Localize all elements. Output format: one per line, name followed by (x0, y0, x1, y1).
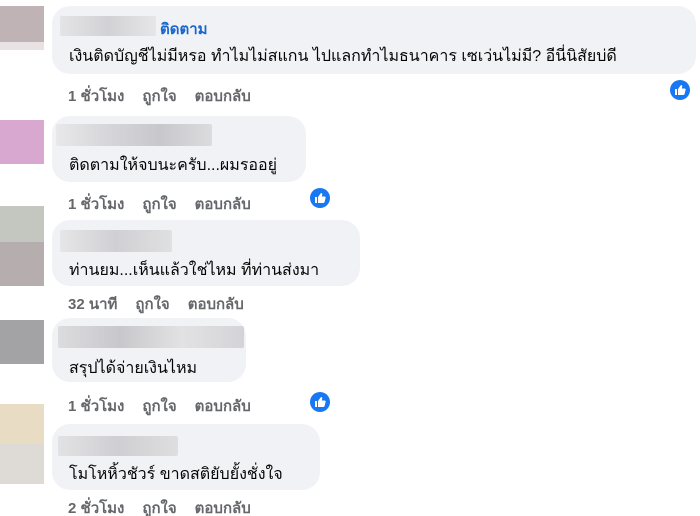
reply-button[interactable]: ตอบกลับ (195, 496, 251, 516)
comment-timestamp: 2 ชั่วโมง (68, 500, 125, 516)
comment-text: ติดตามให้จบนะครับ...ผมรออยู่ (69, 157, 278, 174)
comment-actions: 1 ชั่วโมง ถูกใจ ตอบกลับ (68, 84, 251, 108)
comment-feed: ติดตาม เงินติดบัญชีไม่มีหรอ ทำไมไม่สแกน … (0, 0, 700, 516)
comment-text: สรุปได้จ่ายเงินไหม (69, 360, 198, 377)
comment-actions: 1 ชั่วโมง ถูกใจ ตอบกลับ (68, 394, 251, 418)
comment-bubble: ติดตาม เงินติดบัญชีไม่มีหรอ ทำไมไม่สแกน … (52, 6, 696, 74)
like-button[interactable]: ถูกใจ (142, 496, 176, 516)
comment-actions: 32 นาที ถูกใจ ตอบกลับ (68, 292, 244, 316)
comment-bubble: สรุปได้จ่ายเงินไหม (52, 318, 246, 382)
avatar[interactable] (0, 404, 44, 484)
reply-button[interactable]: ตอบกลับ (195, 84, 251, 108)
like-button[interactable]: ถูกใจ (142, 84, 176, 108)
comment-actions: 2 ชั่วโมง ถูกใจ ตอบกลับ (68, 496, 251, 516)
comment-actions: 1 ชั่วโมง ถูกใจ ตอบกลับ (68, 192, 251, 216)
comment-timestamp: 1 ชั่วโมง (68, 196, 125, 213)
redacted-author-name (60, 16, 156, 36)
comment-bubble: โมโหหิ้วชัวร์ ขาดสติยับยั้งชั่งใจ (52, 424, 320, 490)
comment-text: เงินติดบัญชีไม่มีหรอ ทำไมไม่สแกน ไปแลกทำ… (69, 48, 617, 65)
comment-timestamp: 1 ชั่วโมง (68, 398, 125, 415)
comment-bubble: ท่านยม...เห็นแล้วใช่ไหม ที่ท่านส่งมา (52, 220, 360, 286)
comment-bubble: ติดตามให้จบนะครับ...ผมรออยู่ (52, 116, 306, 182)
avatar[interactable] (0, 320, 44, 364)
comment-text: ท่านยม...เห็นแล้วใช่ไหม ที่ท่านส่งมา (69, 262, 320, 279)
like-reaction-icon[interactable] (310, 188, 330, 208)
follow-link[interactable]: ติดตาม (160, 17, 208, 41)
avatar[interactable] (0, 206, 44, 286)
like-button[interactable]: ถูกใจ (135, 292, 169, 316)
like-button[interactable]: ถูกใจ (142, 394, 176, 418)
like-reaction-icon[interactable] (310, 392, 330, 412)
reply-button[interactable]: ตอบกลับ (195, 394, 251, 418)
redacted-author-name (58, 436, 178, 456)
comment-timestamp: 32 นาที (68, 296, 118, 313)
comment-timestamp: 1 ชั่วโมง (68, 88, 125, 105)
redacted-author-name (58, 326, 244, 348)
reply-button[interactable]: ตอบกลับ (195, 192, 251, 216)
like-reaction-icon[interactable] (670, 80, 690, 100)
avatar[interactable] (0, 6, 44, 50)
like-button[interactable]: ถูกใจ (142, 192, 176, 216)
redacted-author-name (56, 124, 212, 146)
comment-text: โมโหหิ้วชัวร์ ขาดสติยับยั้งชั่งใจ (69, 466, 283, 483)
avatar[interactable] (0, 120, 44, 164)
reply-button[interactable]: ตอบกลับ (188, 292, 244, 316)
redacted-author-name (60, 230, 172, 252)
